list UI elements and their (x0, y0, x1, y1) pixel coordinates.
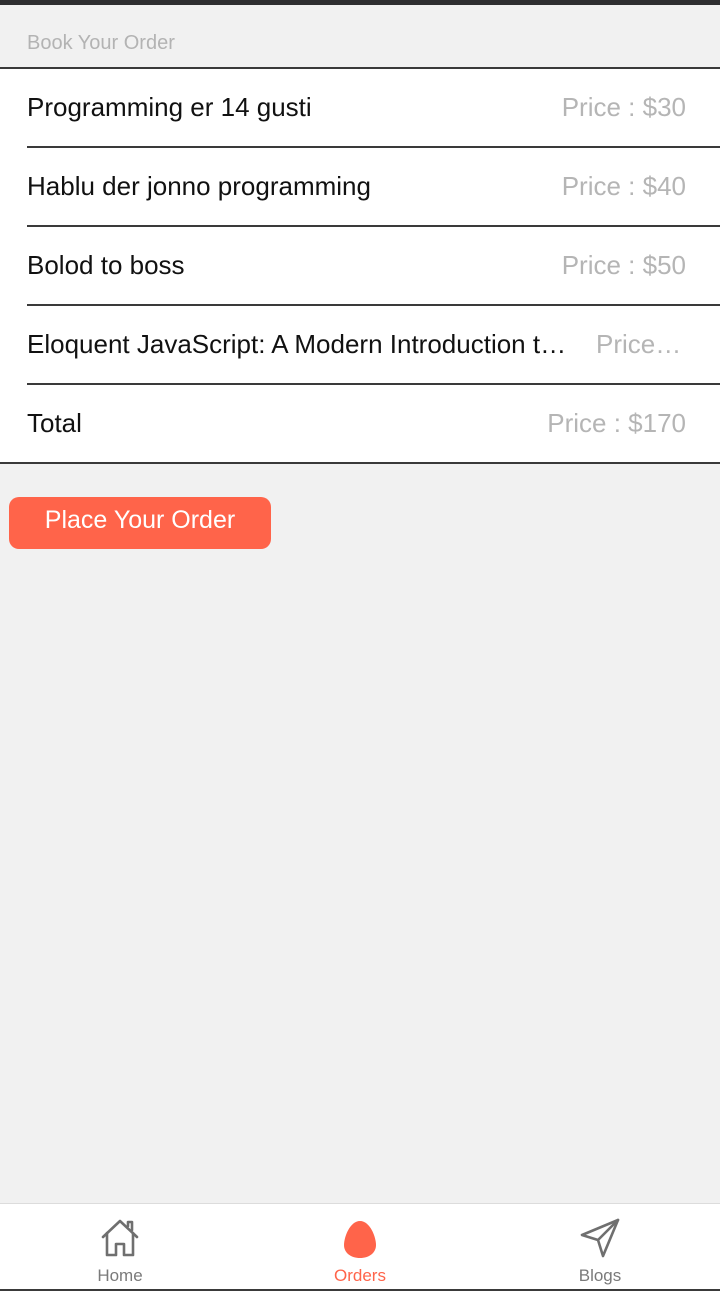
status-bar-strip (0, 0, 720, 5)
nav-label-blogs: Blogs (578, 1266, 622, 1285)
home-icon (98, 1216, 142, 1260)
order-item-price: Price : $40 (561, 171, 686, 201)
send-icon (578, 1216, 622, 1260)
section-title: Book Your Order (27, 32, 175, 54)
order-item-price: Price : $30 (561, 92, 686, 122)
bottom-navigation: Home Orders Blogs (0, 1203, 720, 1291)
order-item[interactable]: Eloquent JavaScript: A Modern Introducti… (27, 306, 720, 385)
order-item-title: Bolod to boss (27, 250, 185, 280)
order-item-title: Programming er 14 gusti (27, 92, 312, 122)
order-total-label: Total (27, 408, 82, 438)
order-item[interactable]: Bolod to boss Price : $50 (27, 227, 720, 306)
nav-label-orders: Orders (334, 1266, 386, 1285)
order-total-price: Price : $170 (547, 408, 686, 438)
order-item-price: Price : $50 (596, 329, 686, 359)
order-item[interactable]: Hablu der jonno programming Price : $40 (27, 148, 720, 227)
order-total-row: Total Price : $170 (27, 385, 720, 462)
order-item[interactable]: Programming er 14 gusti Price : $30 (27, 69, 720, 148)
nav-label-home: Home (97, 1266, 143, 1285)
nav-item-blogs[interactable]: Blogs (480, 1204, 720, 1289)
order-list: Programming er 14 gusti Price : $30 Habl… (0, 67, 720, 464)
order-item-title: Hablu der jonno programming (27, 171, 371, 201)
nav-item-orders[interactable]: Orders (240, 1204, 480, 1289)
order-item-price: Price : $50 (561, 250, 686, 280)
order-item-title: Eloquent JavaScript: A Modern Introducti… (27, 329, 577, 359)
egg-icon (338, 1216, 382, 1260)
place-order-button[interactable]: Place Your Order (9, 497, 271, 549)
nav-item-home[interactable]: Home (0, 1204, 240, 1289)
